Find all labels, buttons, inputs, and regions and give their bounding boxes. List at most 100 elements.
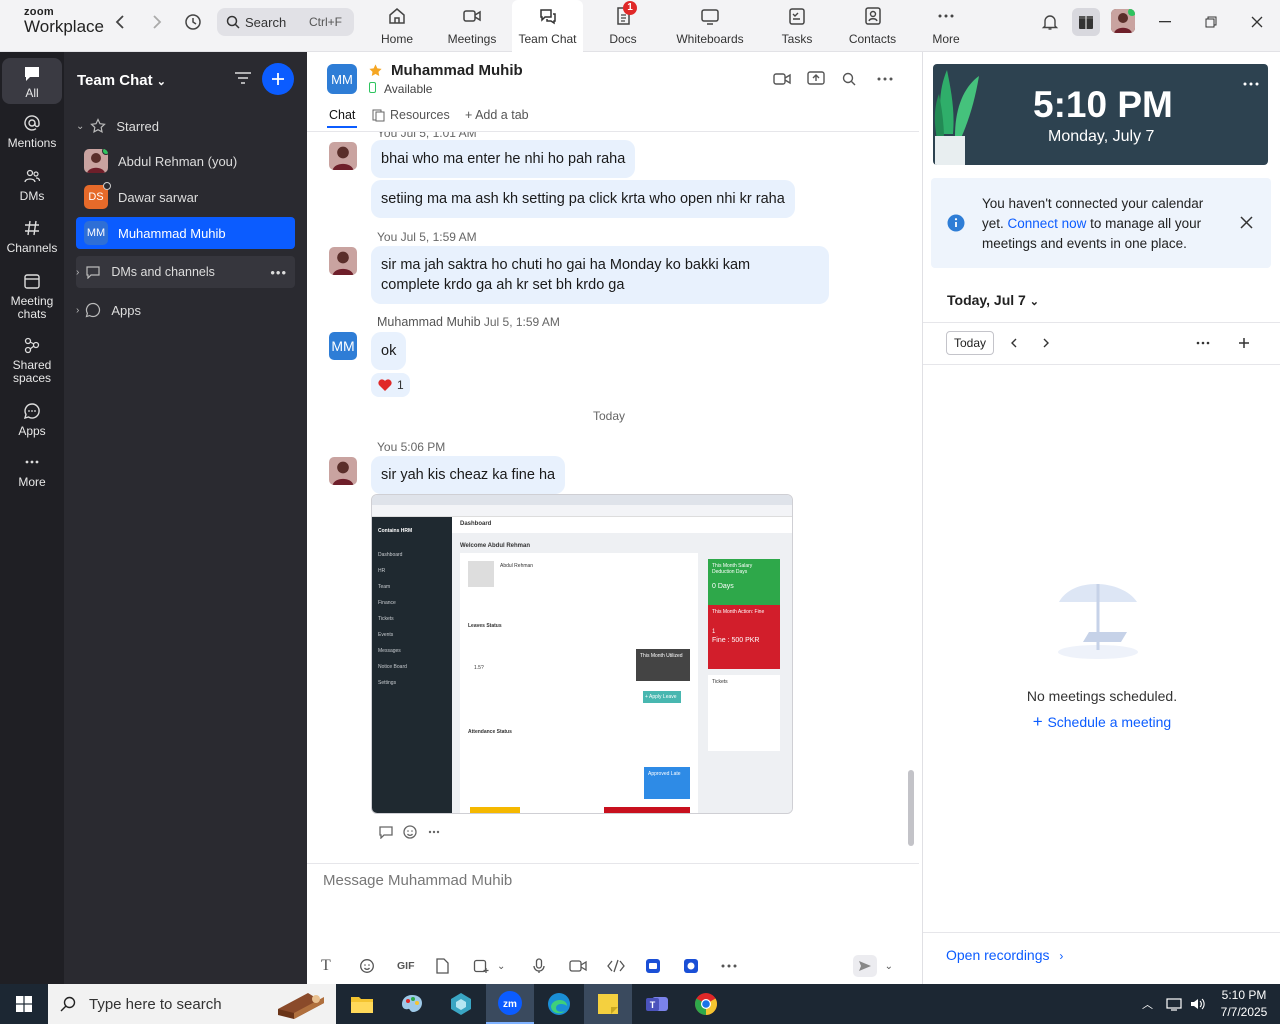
dashboard-sidebar: Contains HRM Dashboard HR Team Finance Ticke…: [372, 517, 452, 813]
prev-day-icon[interactable]: [1010, 338, 1018, 348]
send-button[interactable]: [852, 955, 877, 977]
message-input[interactable]: Message Muhammad Muhib: [323, 872, 903, 932]
image-attachment[interactable]: Contains HRM Dashboard HR Team Finance Ticke…: [371, 494, 793, 814]
message-list[interactable]: You Jul 5, 1:01 AM bhai who ma enter he …: [307, 132, 919, 863]
user-avatar[interactable]: [1111, 9, 1135, 33]
open-recordings-link[interactable]: Open recordings ›: [946, 947, 1063, 963]
taskbar-search[interactable]: Type here to search: [48, 984, 336, 1024]
forward-arrow-icon[interactable]: [143, 8, 171, 36]
sidebar-item-dawar-sarwar[interactable]: DS Dawar sarwar: [76, 181, 295, 213]
rail-mentions[interactable]: Mentions: [2, 114, 62, 150]
edge-app[interactable]: [535, 984, 583, 1024]
rail-all[interactable]: All: [2, 58, 62, 104]
zoom-app[interactable]: zm: [486, 984, 534, 1024]
tab-docs[interactable]: Docs 1: [598, 0, 648, 52]
more-dots-icon[interactable]: [428, 830, 440, 834]
message-bubble[interactable]: ok: [371, 332, 407, 370]
video-message-icon[interactable]: [569, 959, 588, 973]
scrollbar-thumb[interactable]: [908, 770, 914, 846]
chrome-app[interactable]: [682, 984, 730, 1024]
search-icon[interactable]: [842, 72, 856, 86]
chevron-down-icon[interactable]: ⌄: [885, 961, 893, 972]
dms-channels-section[interactable]: › DMs and channels •••: [76, 256, 295, 288]
new-chat-button[interactable]: [262, 63, 294, 95]
message-bubble[interactable]: bhai who ma enter he nhi ho pah raha: [371, 140, 636, 178]
message-bubble[interactable]: sir yah kis cheaz ka fine ha: [371, 456, 566, 494]
more-dots-icon[interactable]: [1243, 82, 1259, 86]
calendar-panel-button[interactable]: [1072, 8, 1100, 36]
volume-icon[interactable]: [1190, 997, 1206, 1011]
code-icon[interactable]: [607, 959, 626, 973]
tab-resources[interactable]: Resources: [390, 108, 450, 122]
file-icon[interactable]: [435, 958, 449, 974]
video-call-icon[interactable]: [773, 72, 791, 86]
chevron-down-icon[interactable]: ⌄: [497, 961, 505, 972]
tab-meetings[interactable]: Meetings: [440, 0, 504, 52]
more-dots-icon[interactable]: [1196, 341, 1210, 345]
app-icon-blue[interactable]: [645, 958, 661, 974]
star-filled-icon[interactable]: [368, 63, 383, 78]
message-bubble[interactable]: sir ma jah saktra ho chuti ho gai ha Mon…: [371, 246, 829, 304]
tab-more[interactable]: More: [925, 0, 967, 52]
tab-team-chat[interactable]: Team Chat: [512, 0, 583, 52]
chat-contact-name[interactable]: Muhammad Muhib: [391, 62, 523, 79]
gif-button[interactable]: GIF: [397, 960, 435, 972]
rail-meeting-chats[interactable]: Meeting chats: [2, 272, 62, 321]
microphone-icon[interactable]: [533, 958, 546, 974]
screenshot-icon[interactable]: [473, 958, 489, 974]
sidebar-item-muhammad-muhib[interactable]: MM Muhammad Muhib: [76, 217, 295, 249]
format-text-icon[interactable]: T: [321, 957, 359, 975]
sticky-notes-app[interactable]: [584, 984, 632, 1024]
paint-app[interactable]: [388, 984, 436, 1024]
plus-icon[interactable]: [1238, 337, 1250, 349]
beach-umbrella-icon: [1058, 583, 1138, 659]
network-icon[interactable]: [1166, 997, 1182, 1011]
tab-chat[interactable]: Chat: [329, 108, 355, 122]
reply-icon[interactable]: [378, 825, 394, 839]
close-window-icon[interactable]: [1243, 8, 1271, 36]
restore-icon[interactable]: [1197, 8, 1225, 36]
windows-start-button[interactable]: [0, 984, 48, 1024]
app-hexagon[interactable]: [437, 984, 485, 1024]
tab-tasks[interactable]: Tasks: [775, 0, 819, 52]
connect-now-link[interactable]: Connect now: [1008, 216, 1087, 231]
file-explorer-app[interactable]: [338, 984, 386, 1024]
rail-shared-spaces[interactable]: Shared spaces: [2, 336, 62, 385]
add-tab-button[interactable]: + Add a tab: [465, 108, 529, 122]
next-day-icon[interactable]: [1042, 338, 1050, 348]
rail-apps[interactable]: Apps: [2, 402, 62, 438]
sidebar-title[interactable]: Team Chat ⌄: [77, 72, 166, 89]
more-dots-icon[interactable]: [721, 964, 737, 968]
filter-icon[interactable]: [234, 70, 252, 86]
history-icon[interactable]: [179, 8, 207, 36]
today-button[interactable]: Today: [946, 331, 994, 355]
rail-more[interactable]: More: [2, 457, 62, 489]
share-screen-icon[interactable]: [807, 71, 825, 87]
back-arrow-icon[interactable]: [106, 8, 134, 36]
today-header[interactable]: Today, Jul 7 ⌄: [947, 292, 1039, 308]
system-clock[interactable]: 5:10 PM 7/7/2025: [1218, 987, 1270, 1021]
tab-home[interactable]: Home: [370, 0, 424, 52]
add-reaction-icon[interactable]: [402, 824, 418, 840]
app-icon-blue-2[interactable]: [683, 958, 699, 974]
show-hidden-icons[interactable]: ︿: [1142, 996, 1153, 1012]
reaction-chip[interactable]: 1: [371, 373, 410, 397]
starred-section[interactable]: ⌄ Starred: [76, 110, 295, 142]
tab-whiteboards[interactable]: Whiteboards: [670, 0, 750, 52]
chat-avatar[interactable]: MM: [327, 64, 357, 94]
schedule-meeting-link[interactable]: + Schedule a meeting: [923, 712, 1280, 732]
rail-dms[interactable]: DMs: [2, 167, 62, 203]
emoji-icon[interactable]: [359, 958, 375, 974]
message-bubble[interactable]: setiing ma ma ash kh setting pa click kr…: [371, 180, 795, 218]
bell-icon[interactable]: [1036, 8, 1064, 36]
sidebar-item-abdul-rehman[interactable]: Abdul Rehman (you): [76, 145, 295, 177]
rail-channels[interactable]: Channels: [2, 219, 62, 255]
teams-app[interactable]: T: [633, 984, 681, 1024]
more-dots-icon[interactable]: •••: [270, 265, 287, 280]
minimize-icon[interactable]: [1151, 8, 1179, 36]
tab-contacts[interactable]: Contacts: [845, 0, 900, 52]
close-icon[interactable]: [1240, 216, 1253, 229]
apps-section[interactable]: › Apps: [76, 294, 295, 326]
search-box[interactable]: Search Ctrl+F: [217, 8, 354, 36]
more-dots-icon[interactable]: [877, 76, 893, 82]
